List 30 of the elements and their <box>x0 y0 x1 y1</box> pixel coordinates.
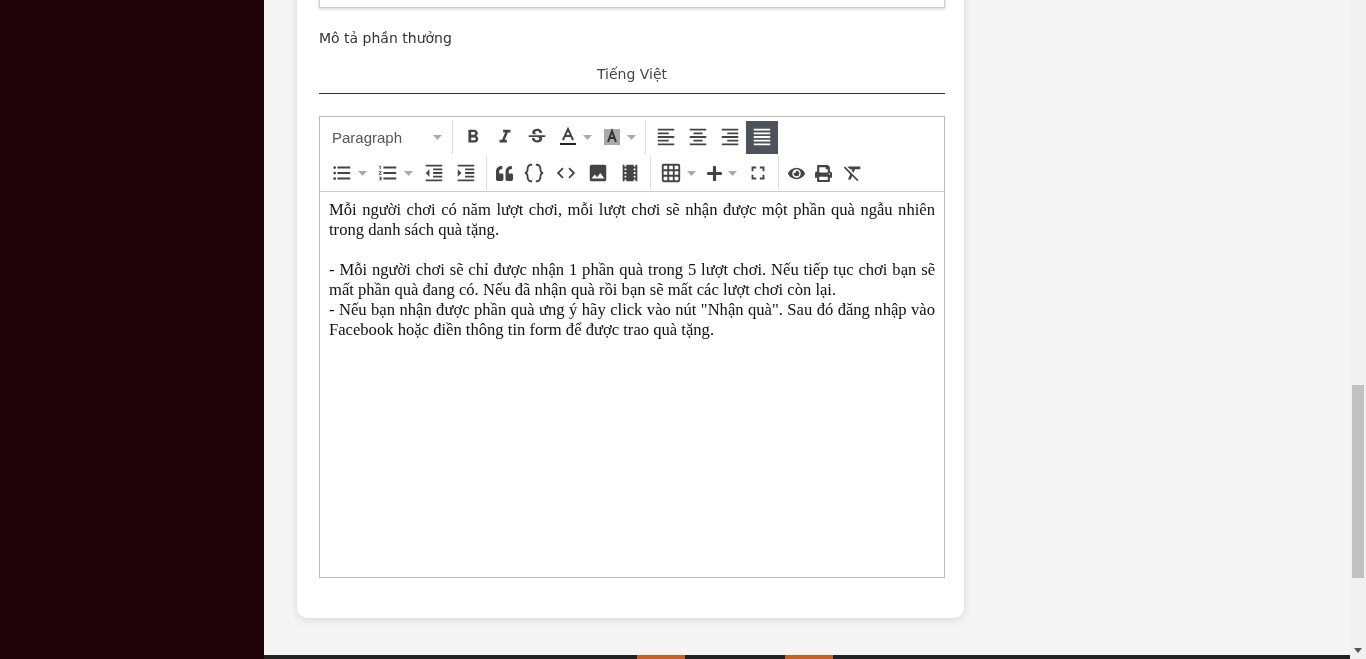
insert-icon <box>706 164 723 182</box>
align-left-icon <box>655 126 677 148</box>
justify-icon <box>751 126 773 148</box>
quote-icon <box>496 164 513 182</box>
justify-button[interactable] <box>746 120 778 154</box>
code-block-icon <box>523 162 545 184</box>
indent-icon <box>455 162 477 184</box>
print-icon <box>815 164 832 182</box>
highlight-color-icon <box>602 127 622 147</box>
body-paragraph: - Mỗi người chơi sẽ chỉ được nhận 1 phần quà trong 5 lượt chơi. Nếu tiếp tục chơi bạn sẽ mất phần quà đang có. Nếu đã nhận quà rồi bạn sẽ mất các lượt chơi còn lại. <box>329 260 935 300</box>
field-label: Mô tả phần thưởng <box>319 30 453 46</box>
caret-icon <box>627 134 636 140</box>
image-icon <box>587 162 609 184</box>
scrollbar-thumb[interactable] <box>1352 385 1364 578</box>
caret-icon <box>687 170 696 176</box>
align-center-icon <box>687 126 709 148</box>
align-right-icon <box>719 126 741 148</box>
font-color-icon <box>558 127 578 147</box>
caret-icon <box>358 170 367 176</box>
caret-icon <box>583 134 592 140</box>
scroll-down-arrow-icon[interactable] <box>1354 648 1362 653</box>
language-tab[interactable]: Tiếng Việt <box>319 66 945 93</box>
caret-icon <box>728 170 737 176</box>
body-paragraph: - Nếu bạn nhận được phần quà ưng ý hãy click vào nút "Nhận quà". Sau đó đăng nhập vào Facebook hoặc điền thông tin form để được trao quà tặng. <box>329 300 935 340</box>
format-select[interactable]: Paragraph <box>326 121 448 153</box>
caret-icon <box>433 134 442 140</box>
table-icon <box>660 162 682 184</box>
caret-icon <box>404 170 413 176</box>
outdent-icon <box>423 162 445 184</box>
body-paragraph: Mỗi người chơi có năm lượt chơi, mỗi lượt chơi sẽ nhận được một phần quà ngẫu nhiên trong danh sách quà tặng. <box>329 200 935 240</box>
